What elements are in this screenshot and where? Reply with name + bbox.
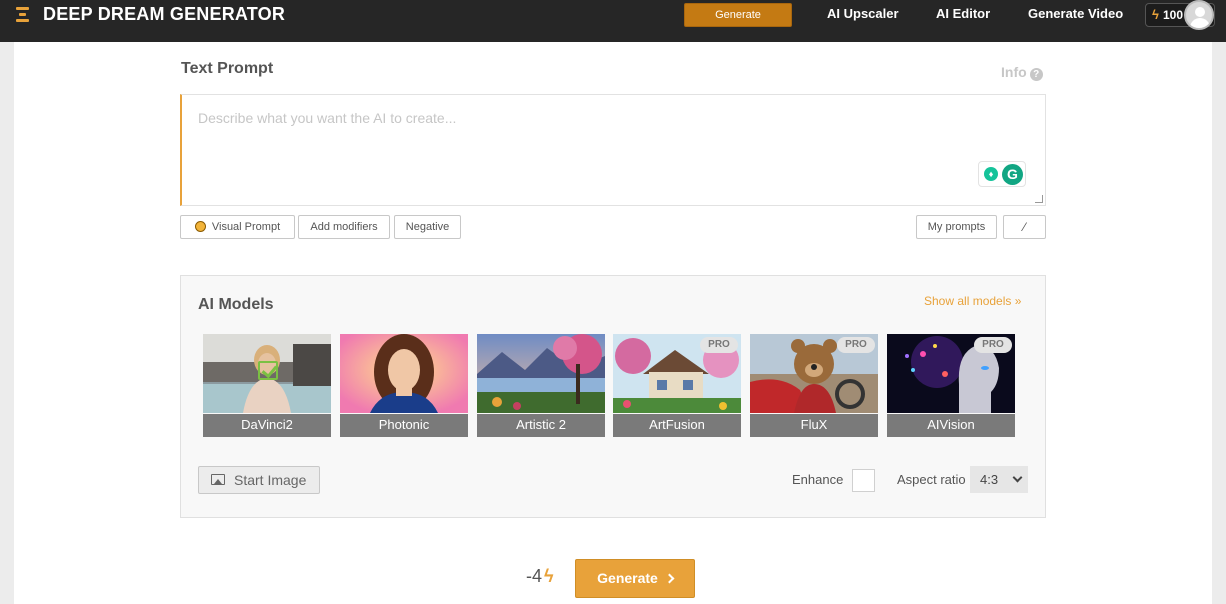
aspect-ratio-select[interactable]: 4:3 — [970, 466, 1028, 493]
lightning-icon: ϟ — [544, 566, 554, 586]
model-name: Artistic 2 — [477, 414, 605, 437]
generation-cost: -4 ϟ — [526, 566, 554, 587]
info-link[interactable]: Info? — [1001, 64, 1043, 81]
model-name: AIVision — [887, 414, 1015, 437]
model-card-davinci2[interactable]: DaVinci2 — [203, 334, 331, 437]
add-modifiers-button[interactable]: Add modifiers — [298, 215, 390, 239]
magic-wand-button[interactable]: ⁄ — [1003, 215, 1046, 239]
start-image-label: Start Image — [234, 472, 307, 488]
aspect-ratio-value: 4:3 — [980, 472, 999, 487]
model-card-photonic[interactable]: Photonic — [340, 334, 468, 437]
visual-prompt-button[interactable]: Visual Prompt — [180, 215, 295, 239]
start-image-button[interactable]: Start Image — [198, 466, 320, 494]
credits-count: 100 — [1163, 8, 1184, 22]
pro-badge: PRO — [974, 337, 1012, 353]
model-card-artfusion[interactable]: PRO ArtFusion — [613, 334, 741, 437]
cost-value: -4 — [526, 566, 543, 586]
top-navbar: DEEP DREAM GENERATOR Generate AI Upscale… — [0, 0, 1226, 42]
double-chevron-down-icon: » — [1014, 294, 1022, 308]
user-avatar[interactable] — [1184, 0, 1214, 30]
resize-handle[interactable] — [1035, 195, 1043, 203]
model-card-artistic-2[interactable]: Artistic 2 — [477, 334, 605, 437]
model-card-aivision[interactable]: PRO AIVision — [887, 334, 1015, 437]
chevron-right-icon — [664, 573, 675, 584]
model-name: Photonic — [340, 414, 468, 437]
model-name: ArtFusion — [613, 414, 741, 437]
pro-badge: PRO — [837, 337, 875, 353]
grammarly-widget[interactable]: ♦ G — [978, 161, 1026, 187]
logo-text[interactable]: DEEP DREAM GENERATOR — [43, 4, 285, 25]
magic-wand-icon: ⁄ — [1023, 220, 1026, 234]
model-name: DaVinci2 — [203, 414, 331, 437]
enhance-checkbox[interactable] — [852, 469, 875, 492]
negative-button[interactable]: Negative — [394, 215, 461, 239]
visual-prompt-label: Visual Prompt — [211, 221, 281, 233]
ai-models-panel: AI Models Show all models » DaVinci2 Pho… — [180, 275, 1046, 518]
model-name: FluX — [750, 414, 878, 437]
ai-models-title: AI Models — [198, 296, 274, 313]
enhance-label: Enhance — [792, 472, 844, 487]
text-prompt-title: Text Prompt — [181, 60, 274, 77]
model-thumbnail — [340, 334, 468, 413]
generate-button[interactable]: Generate — [575, 559, 695, 598]
selected-check-icon — [258, 361, 278, 380]
question-icon: ? — [1029, 68, 1043, 81]
prompt-textarea[interactable] — [182, 95, 1045, 205]
info-label: Info — [1001, 64, 1027, 80]
lightbulb-icon[interactable]: ♦ — [984, 167, 998, 181]
my-prompts-button[interactable]: My prompts — [916, 215, 997, 239]
grammarly-icon[interactable]: G — [1002, 164, 1023, 185]
nav-generate-video[interactable]: Generate Video — [1028, 6, 1123, 21]
chevron-down-icon — [1012, 472, 1023, 483]
nav-ai-editor[interactable]: AI Editor — [936, 6, 990, 21]
palette-icon — [194, 221, 206, 232]
lightning-icon: ϟ — [1152, 7, 1159, 22]
aspect-ratio-label: Aspect ratio — [897, 472, 966, 487]
prompt-box: ♦ G — [180, 94, 1046, 206]
show-all-label: Show all models — [924, 294, 1012, 308]
show-all-models-link[interactable]: Show all models » — [924, 294, 1021, 308]
generate-label: Generate — [597, 570, 658, 586]
nav-ai-upscaler[interactable]: AI Upscaler — [827, 6, 899, 21]
logo-icon[interactable] — [16, 7, 29, 24]
image-icon — [211, 474, 225, 485]
model-card-flux[interactable]: PRO FluX — [750, 334, 878, 437]
nav-generate-button[interactable]: Generate — [684, 3, 792, 27]
pro-badge: PRO — [700, 337, 738, 353]
model-thumbnail — [477, 334, 605, 413]
